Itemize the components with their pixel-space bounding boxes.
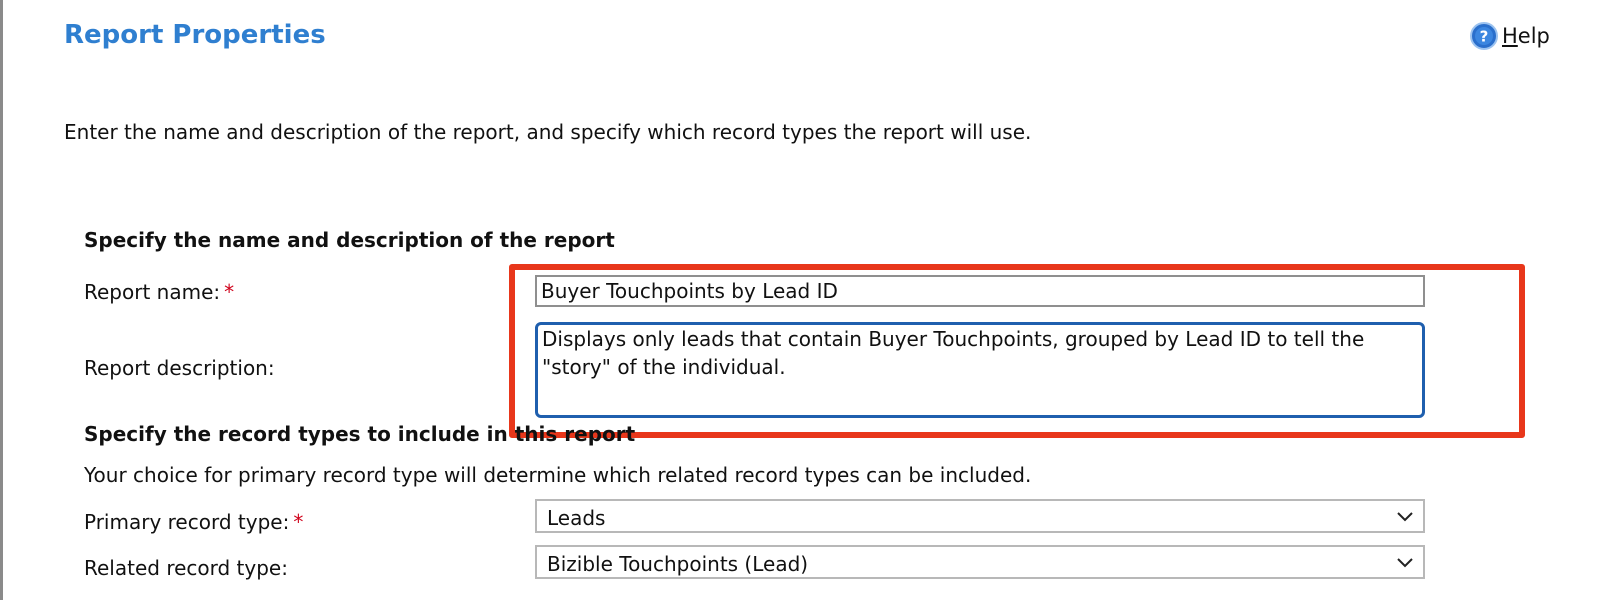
chevron-down-icon [1397,512,1413,522]
primary-record-type-select[interactable]: Leads [535,499,1425,533]
required-marker: * [293,510,304,534]
section-heading-record-types: Specify the record types to include in t… [84,422,636,446]
help-link[interactable]: ? Help [1470,22,1550,50]
intro-text: Enter the name and description of the re… [64,120,1032,144]
help-label: Help [1502,24,1550,48]
section-heading-name-description: Specify the name and description of the … [84,228,615,252]
chevron-down-icon [1397,558,1413,568]
report-description-textarea[interactable]: Displays only leads that contain Buyer T… [535,322,1425,418]
primary-record-type-value: Leads [547,506,606,530]
report-name-input[interactable] [535,275,1425,307]
svg-text:?: ? [1480,28,1489,46]
report-description-label: Report description: [84,356,275,380]
related-record-type-value: Bizible Touchpoints (Lead) [547,552,809,576]
related-record-type-select[interactable]: Bizible Touchpoints (Lead) [535,545,1425,579]
related-record-type-label: Related record type: [84,556,288,580]
required-marker: * [224,280,235,304]
help-icon: ? [1470,22,1498,50]
record-type-help-text: Your choice for primary record type will… [84,463,1032,487]
window-left-border [0,0,3,600]
report-name-label: Report name: * [84,280,235,304]
page-title: Report Properties [64,20,326,50]
primary-record-type-label: Primary record type: * [84,510,304,534]
